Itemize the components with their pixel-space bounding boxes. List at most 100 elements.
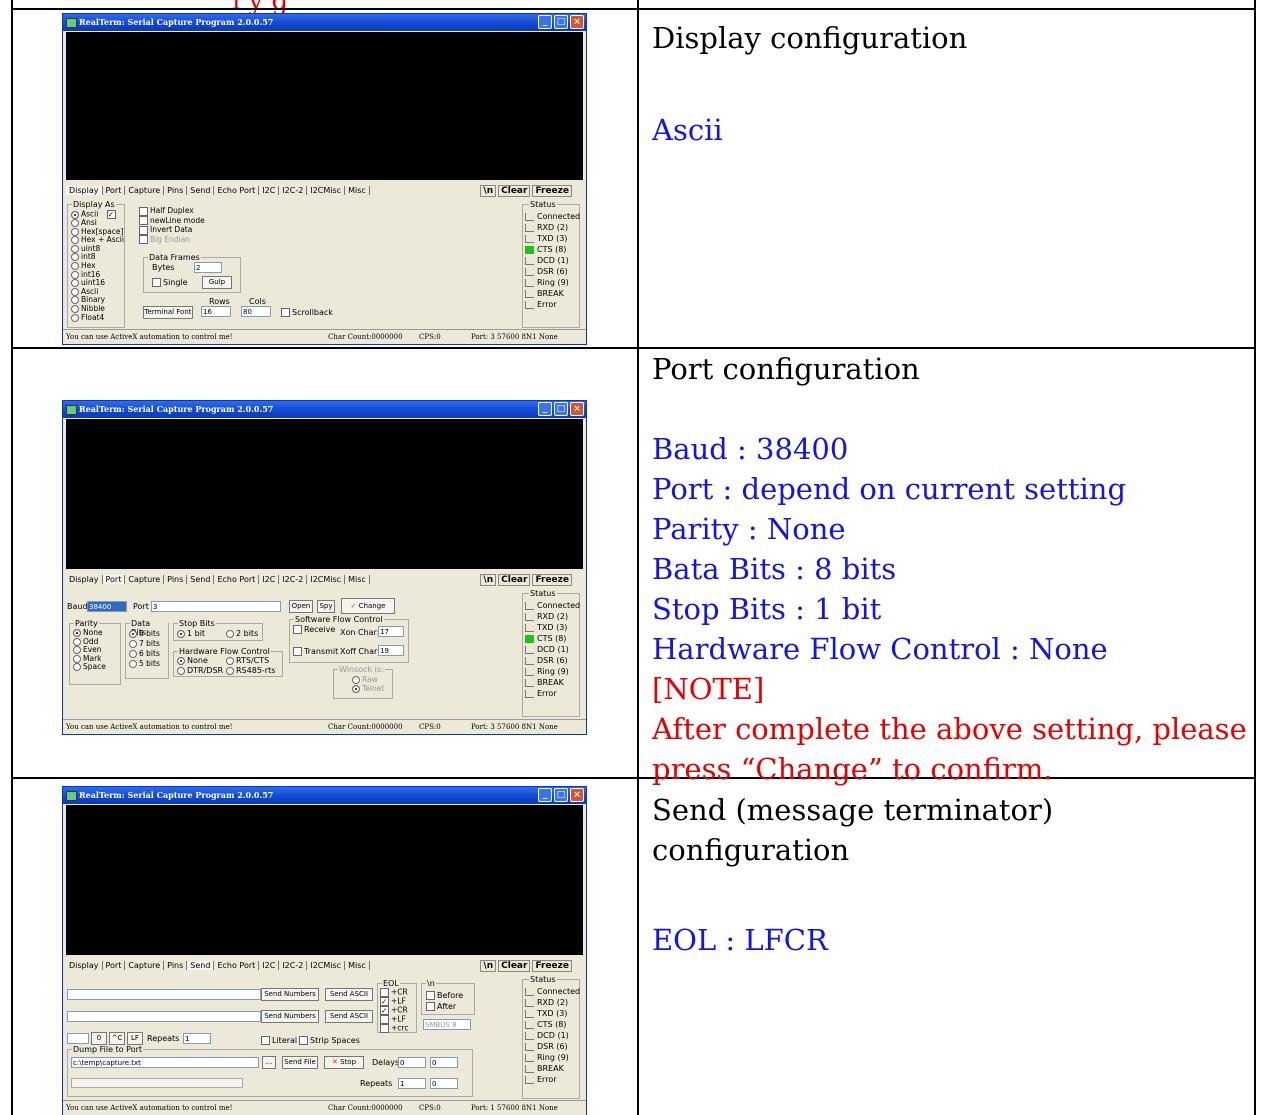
tab-send[interactable]: Send	[187, 961, 215, 970]
window-titlebar[interactable]: RealTerm: Serial Capture Program 2.0.0.5…	[63, 787, 586, 804]
window-titlebar[interactable]: RealTerm: Serial Capture Program 2.0.0.5…	[63, 401, 586, 418]
send-ascii-button-1[interactable]: Send ASCII	[325, 988, 373, 1001]
tab-i2cmisc[interactable]: I2CMisc	[307, 961, 346, 970]
minimize-button[interactable]: _	[538, 402, 552, 416]
hw-flow-rtscts-radio[interactable]: RTS/CTS	[226, 656, 269, 665]
data-bits-8-radio[interactable]: 8 bits	[129, 629, 160, 639]
tab-i2c[interactable]: I2C	[259, 961, 280, 970]
lf-button[interactable]: LF	[127, 1032, 143, 1045]
tab-capture[interactable]: Capture	[125, 575, 165, 584]
tab-display[interactable]: Display	[66, 961, 103, 970]
repeats-2-spinner[interactable]: 1	[398, 1078, 426, 1089]
tab-echo-port[interactable]: Echo Port	[214, 186, 260, 195]
clear-button[interactable]: Clear	[498, 574, 531, 586]
terminal-screen[interactable]	[66, 419, 583, 569]
maximize-button[interactable]: □	[554, 15, 568, 29]
tab-port[interactable]: Port	[102, 961, 126, 970]
terminal-screen[interactable]	[66, 805, 583, 955]
cols-spinner[interactable]: 80	[241, 306, 271, 317]
close-button[interactable]: ×	[570, 402, 584, 416]
radio-uint8[interactable]: uint8	[71, 244, 124, 254]
hw-flow-none-radio[interactable]: None	[177, 656, 208, 665]
tab-echo-port[interactable]: Echo Port	[214, 575, 260, 584]
tab-port[interactable]: Port	[102, 575, 126, 584]
bytes-spinner[interactable]: 2	[194, 262, 222, 273]
close-button[interactable]: ×	[570, 15, 584, 29]
maximize-button[interactable]: □	[554, 402, 568, 416]
tab-misc[interactable]: Misc	[345, 575, 370, 584]
send-input-2[interactable]	[67, 1011, 261, 1022]
parity-space-radio[interactable]: Space	[73, 663, 106, 672]
radio-ascii[interactable]: Ascii ✓	[71, 210, 124, 219]
tab-pins[interactable]: Pins	[164, 186, 188, 195]
newline-mode-checkbox[interactable]: newLine mode	[139, 216, 205, 225]
tab-i2c-2[interactable]: I2C-2	[279, 961, 308, 970]
port-select[interactable]: 3	[151, 601, 281, 612]
rows-spinner[interactable]: 16	[201, 306, 231, 317]
number-input[interactable]	[67, 1033, 89, 1044]
change-button[interactable]: ✓ Change	[341, 598, 395, 614]
dump-file-path[interactable]: c:\temp\capture.txt	[71, 1057, 259, 1068]
smbus-select[interactable]: SMBUS 8	[423, 1019, 471, 1030]
tab-i2c[interactable]: I2C	[259, 186, 280, 195]
tab-i2cmisc[interactable]: I2CMisc	[307, 186, 346, 195]
radio-float4[interactable]: Float4	[71, 313, 124, 323]
spy-button[interactable]: Spy	[317, 600, 335, 613]
baud-select[interactable]: 38400	[87, 601, 127, 612]
terminal-screen[interactable]	[66, 32, 583, 180]
tab-pins[interactable]: Pins	[164, 961, 188, 970]
delay-2-spinner[interactable]: 0	[430, 1057, 458, 1068]
radio-int8[interactable]: int8	[71, 253, 124, 262]
freeze-button[interactable]: Freeze	[532, 574, 572, 586]
tab-misc[interactable]: Misc	[345, 186, 370, 195]
send-ascii-button-2[interactable]: Send ASCII	[325, 1010, 373, 1023]
tab-capture[interactable]: Capture	[125, 186, 165, 195]
delay-1-spinner[interactable]: 0	[398, 1057, 426, 1068]
minimize-button[interactable]: _	[538, 788, 552, 802]
big-endian-checkbox[interactable]: Big Endian	[139, 235, 205, 244]
xoff-input[interactable]: 19	[378, 645, 404, 656]
open-button[interactable]: Open	[289, 600, 313, 613]
clear-button[interactable]: Clear	[498, 960, 531, 972]
hw-flow-rs485-radio[interactable]: RS485-rts	[226, 666, 275, 675]
ctrl-c-button[interactable]: ^C	[109, 1032, 125, 1045]
transmit-checkbox[interactable]: Transmit	[293, 647, 338, 656]
minimize-button[interactable]: _	[538, 15, 552, 29]
after-checkbox[interactable]: After	[426, 1002, 456, 1011]
gulp-button[interactable]: Gulp	[202, 276, 232, 289]
send-numbers-button-1[interactable]: Send Numbers	[261, 988, 319, 1001]
tab-misc[interactable]: Misc	[345, 961, 370, 970]
eol-crc-checkbox[interactable]: +crc	[380, 1024, 408, 1033]
tab-i2c-2[interactable]: I2C-2	[279, 575, 308, 584]
freeze-button[interactable]: Freeze	[532, 185, 572, 197]
tab-display[interactable]: Display	[66, 575, 103, 584]
newline-button[interactable]: \n	[480, 574, 497, 586]
newline-button[interactable]: \n	[480, 185, 497, 197]
strip-spaces-checkbox[interactable]: Strip Spaces	[299, 1036, 360, 1045]
window-titlebar[interactable]: RealTerm: Serial Capture Program 2.0.0.5…	[63, 14, 586, 31]
terminal-font-button[interactable]: Terminal Font	[143, 306, 193, 319]
half-duplex-checkbox[interactable]: Half Duplex	[139, 206, 205, 216]
send-numbers-button-2[interactable]: Send Numbers	[261, 1010, 319, 1023]
tab-port[interactable]: Port	[102, 186, 126, 195]
maximize-button[interactable]: □	[554, 788, 568, 802]
tab-display[interactable]: Display	[66, 186, 103, 195]
stop-bits-1-radio[interactable]: 1 bit	[177, 629, 205, 638]
zero-button[interactable]: 0	[91, 1032, 107, 1045]
literal-checkbox[interactable]: Literal	[261, 1036, 297, 1045]
send-input-1[interactable]	[67, 989, 261, 1000]
xon-input[interactable]: 17	[378, 626, 404, 637]
tab-capture[interactable]: Capture	[125, 961, 165, 970]
tab-i2cmisc[interactable]: I2CMisc	[307, 575, 346, 584]
tab-echo-port[interactable]: Echo Port	[214, 961, 260, 970]
tab-send[interactable]: Send	[187, 186, 215, 195]
data-bits-5-radio[interactable]: 5 bits	[129, 659, 160, 669]
data-bits-7-radio[interactable]: 7 bits	[129, 639, 160, 649]
stop-bits-2-radio[interactable]: 2 bits	[226, 629, 258, 638]
tab-pins[interactable]: Pins	[164, 575, 188, 584]
receive-checkbox[interactable]: Receive	[293, 625, 335, 634]
newline-button[interactable]: \n	[480, 960, 497, 972]
tab-send[interactable]: Send	[187, 575, 215, 584]
tab-i2c-2[interactable]: I2C-2	[279, 186, 308, 195]
browse-button[interactable]: ...	[262, 1056, 276, 1069]
